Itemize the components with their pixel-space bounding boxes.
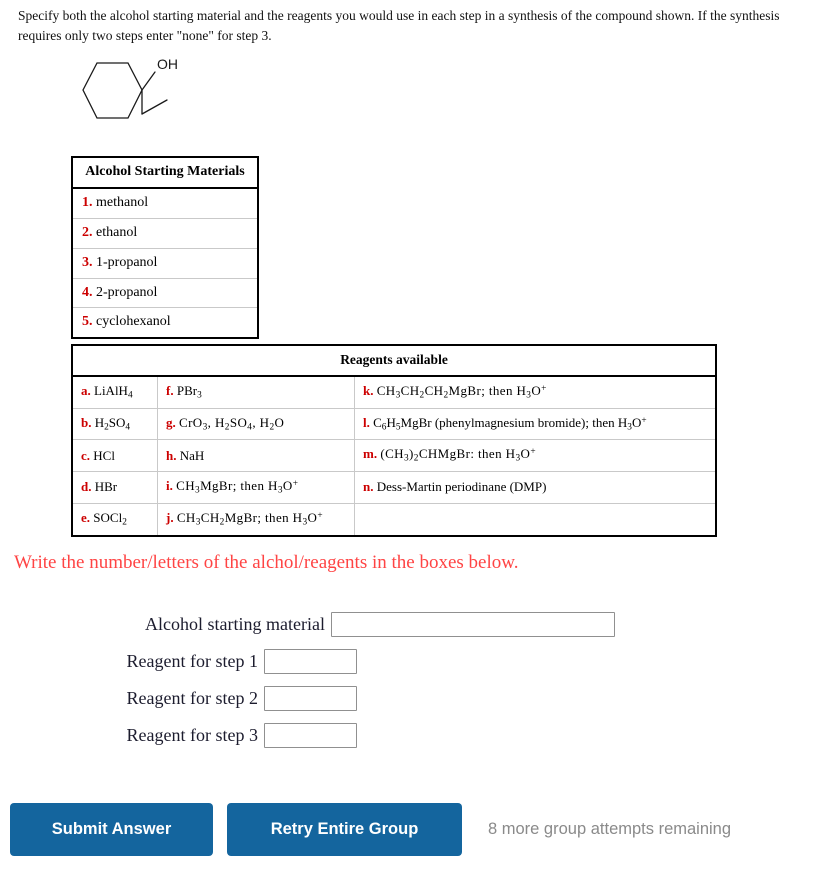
alcohol-option-4: 4. 2-propanol (72, 277, 258, 308)
option-tag: d. (81, 479, 92, 495)
cyclohexane-ring-icon (82, 62, 143, 119)
oh-label: OH (157, 56, 178, 72)
reagent-option-l: l. C6H5MgBr (phenylmagnesium bromide); t… (354, 407, 716, 441)
reagent-step1-input[interactable] (264, 649, 357, 674)
table-row: d. HBr i. CH3MgBr; then H3O+ n. Dess-Mar… (72, 471, 716, 504)
reagent-option-h: h. NaH (157, 439, 355, 473)
table-row: b. H2SO4 g. CrO3, H2SO4, H2O l. C6H5MgBr… (72, 407, 716, 441)
reagent-option-e: e. SOCl2 (72, 502, 158, 536)
c-oh-bond (141, 71, 156, 91)
option-label: CH3CH2MgBr; then H3O+ (176, 509, 324, 528)
option-tag: k. (363, 383, 374, 398)
answer-instruction-text: Write the number/letters of the alchol/r… (14, 552, 519, 573)
reagent-option-c: c. HCl (72, 439, 158, 473)
option-label: CH3MgBr; then H3O+ (176, 478, 299, 496)
ethylcyclohexanol-drawing: OH (82, 56, 178, 119)
reagent-option-f: f. PBr3 (157, 376, 355, 409)
table-row: 4. 2-propanol (72, 277, 258, 308)
option-label: C6H5MgBr (phenylmagnesium bromide); then… (373, 414, 647, 433)
reagent-option-j: j. CH3CH2MgBr; then H3O+ (157, 502, 355, 536)
reagent-option-d: d. HBr (72, 471, 158, 504)
option-tag: 4. (82, 284, 93, 300)
answer-label-step2: Reagent for step 2 (126, 688, 258, 708)
option-tag: c. (81, 447, 91, 463)
answer-row-step1: Reagent for step 1 (80, 643, 615, 680)
option-tag: 5. (82, 314, 93, 330)
reagents-available-table: Reagents available a. LiAlH4 f. PBr3 k. … (71, 344, 717, 537)
question-prompt: Specify both the alcohol starting materi… (18, 8, 780, 43)
alcohol-table-header-cell: Alcohol Starting Materials (72, 157, 258, 189)
alcohol-option-5: 5. cyclohexanol (72, 307, 258, 339)
option-tag: b. (81, 414, 92, 430)
alcohol-starting-materials-table: Alcohol Starting Materials 1. methanol 2… (71, 156, 259, 340)
option-label: (CH3)2CHMgBr: then H3O+ (380, 446, 536, 465)
option-tag: j. (166, 509, 174, 525)
option-label: Dess-Martin periodinane (DMP) (376, 479, 547, 495)
option-label: cyclohexanol (96, 314, 171, 330)
footer-actions: Submit Answer Retry Entire Group 8 more … (10, 803, 731, 856)
table-row: e. SOCl2 j. CH3CH2MgBr; then H3O+ (72, 502, 716, 536)
table-row: 3. 1-propanol (72, 247, 258, 279)
table-row: c. HCl h. NaH m. (CH3)2CHMgBr: then H3O+ (72, 439, 716, 473)
table-row: 1. methanol (72, 187, 258, 219)
reagent-option-empty (354, 502, 716, 536)
compound-structure-figure: OH (55, 48, 235, 140)
option-tag: 2. (82, 224, 93, 240)
option-label: methanol (96, 194, 149, 210)
option-label: LiAlH4 (94, 383, 133, 401)
alcohol-option-2: 2. ethanol (72, 217, 258, 249)
table-row: 2. ethanol (72, 217, 258, 249)
option-label: PBr3 (176, 383, 202, 401)
table-row: 5. cyclohexanol (72, 307, 258, 339)
option-label: CH3CH2CH2MgBr; then H3O+ (376, 383, 547, 401)
reagents-table-header-cell: Reagents available (72, 345, 716, 377)
option-tag: m. (363, 446, 378, 462)
option-label: 1-propanol (96, 254, 158, 270)
answer-label-step3: Reagent for step 3 (126, 725, 258, 745)
alcohol-table-header-row: Alcohol Starting Materials (72, 157, 258, 189)
submit-answer-button[interactable]: Submit Answer (10, 803, 213, 856)
option-tag: 3. (82, 254, 93, 270)
option-label: SOCl2 (93, 509, 127, 528)
option-tag: e. (81, 509, 91, 525)
option-tag: a. (81, 383, 91, 398)
answer-label-step1: Reagent for step 1 (126, 651, 258, 671)
reagent-step2-input[interactable] (264, 686, 357, 711)
option-tag: h. (166, 447, 177, 463)
reagents-table-header-row: Reagents available (72, 345, 716, 377)
option-label: ethanol (96, 224, 138, 240)
table-row: a. LiAlH4 f. PBr3 k. CH3CH2CH2MgBr; then… (72, 376, 716, 409)
alcohol-option-1: 1. methanol (72, 187, 258, 219)
option-tag: i. (166, 478, 173, 494)
option-label: NaH (179, 447, 205, 463)
option-tag: 1. (82, 194, 93, 210)
reagent-step3-input[interactable] (264, 723, 357, 748)
answer-row-step3: Reagent for step 3 (80, 717, 615, 754)
reagent-option-g: g. CrO3, H2SO4, H2O (157, 407, 355, 441)
option-tag: f. (166, 383, 174, 398)
answer-row-alcohol: Alcohol starting material (80, 606, 615, 643)
option-label: HCl (93, 447, 115, 463)
option-label: HBr (94, 479, 118, 495)
option-label: H2SO4 (94, 414, 131, 433)
option-tag: g. (166, 414, 176, 430)
reagent-option-i: i. CH3MgBr; then H3O+ (157, 471, 355, 504)
reagent-option-a: a. LiAlH4 (72, 376, 158, 409)
option-label: CrO3, H2SO4, H2O (179, 414, 285, 433)
alcohol-option-3: 3. 1-propanol (72, 247, 258, 279)
ethyl-bond-2 (141, 99, 168, 115)
reagent-option-n: n. Dess-Martin periodinane (DMP) (354, 471, 716, 504)
retry-entire-group-button[interactable]: Retry Entire Group (227, 803, 462, 856)
option-label: 2-propanol (96, 284, 158, 300)
reagent-option-m: m. (CH3)2CHMgBr: then H3O+ (354, 439, 716, 473)
reagent-option-k: k. CH3CH2CH2MgBr; then H3O+ (354, 376, 716, 409)
option-tag: n. (363, 479, 374, 495)
option-tag: l. (363, 414, 370, 430)
attempts-remaining-text: 8 more group attempts remaining (488, 820, 732, 838)
answer-label-alcohol: Alcohol starting material (145, 614, 325, 634)
answer-row-step2: Reagent for step 2 (80, 680, 615, 717)
alcohol-starting-material-input[interactable] (331, 612, 615, 637)
reagent-option-b: b. H2SO4 (72, 407, 158, 441)
answer-form: Alcohol starting material Reagent for st… (80, 606, 615, 754)
